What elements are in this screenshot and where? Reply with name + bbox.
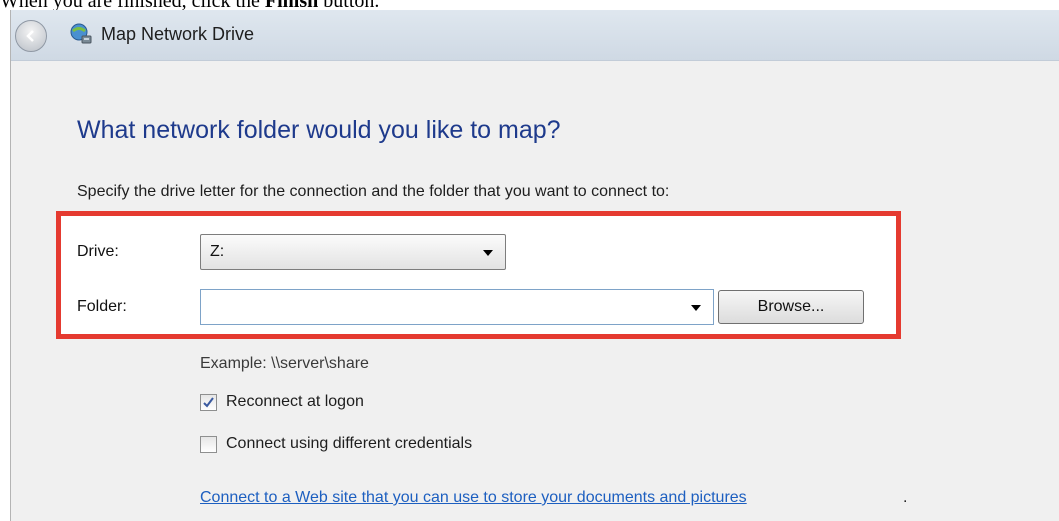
drive-select-value: Z:: [210, 243, 225, 260]
page-description: Specify the drive letter for the connect…: [77, 183, 670, 200]
back-button[interactable]: [15, 20, 47, 52]
folder-label: Folder:: [77, 298, 127, 315]
title-bar: Map Network Drive: [11, 10, 1059, 61]
credentials-label: Connect using different credentials: [226, 435, 473, 452]
reconnect-checkbox[interactable]: [200, 394, 217, 411]
reconnect-label: Reconnect at logon: [226, 393, 364, 410]
drive-label: Drive:: [77, 243, 119, 260]
folder-example-text: Example: \\server\share: [200, 355, 369, 372]
browse-button[interactable]: Browse...: [718, 290, 864, 324]
network-drive-icon: [70, 23, 92, 44]
map-network-drive-window: Map Network Drive What network folder wo…: [10, 10, 1059, 521]
chevron-down-icon: [483, 250, 493, 256]
page-heading: What network folder would you like to ma…: [77, 116, 561, 144]
window-title: Map Network Drive: [101, 24, 255, 44]
folder-dropdown-icon[interactable]: [691, 305, 701, 311]
credentials-checkbox[interactable]: [200, 436, 217, 453]
drive-select[interactable]: Z:: [200, 234, 506, 270]
checkmark-icon: [203, 397, 214, 408]
back-arrow-icon: [26, 30, 34, 42]
link-trailing-period: .: [903, 489, 908, 506]
web-site-link[interactable]: Connect to a Web site that you can use t…: [200, 489, 747, 507]
folder-input[interactable]: [200, 289, 714, 325]
